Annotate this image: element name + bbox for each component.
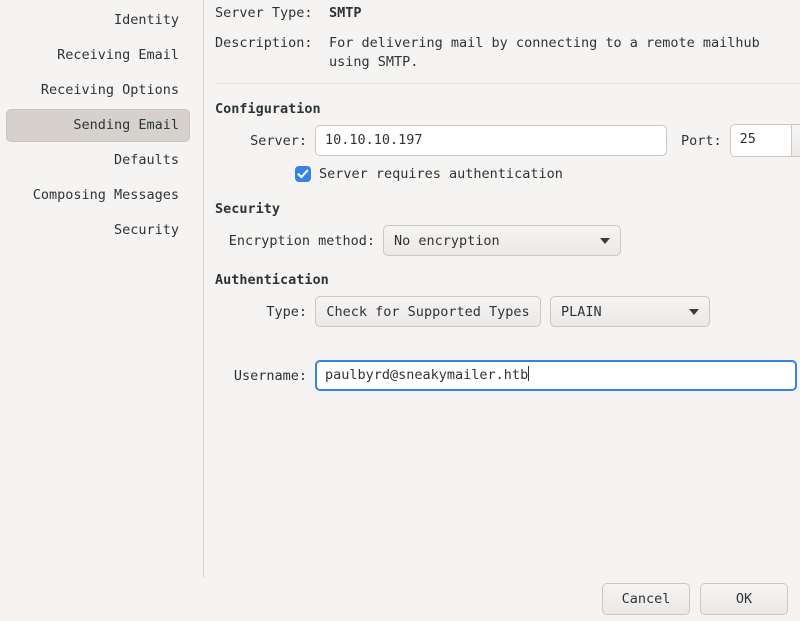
username-label: Username:: [215, 368, 307, 384]
sidebar-item-composing-messages[interactable]: Composing Messages: [6, 179, 190, 212]
cancel-button[interactable]: Cancel: [602, 583, 690, 615]
username-value: paulbyrd@sneakymailer.htb: [325, 367, 528, 383]
sidebar-item-defaults[interactable]: Defaults: [6, 144, 190, 177]
check-supported-types-button[interactable]: Check for Supported Types: [315, 296, 541, 327]
chevron-down-icon: [600, 238, 610, 244]
server-field-row: Server: 10.10.10.197 Port: 25: [215, 124, 800, 157]
encryption-method-label: Encryption method:: [215, 233, 375, 249]
security-heading: Security: [215, 201, 280, 217]
description-label: Description:: [215, 34, 323, 53]
encryption-method-value: No encryption: [394, 233, 590, 249]
server-input[interactable]: 10.10.10.197: [315, 125, 667, 156]
description-row: Description: For delivering mail by conn…: [215, 34, 769, 72]
server-requires-auth-checkbox[interactable]: [295, 166, 311, 182]
preferences-dialog: Identity Receiving Email Receiving Optio…: [0, 0, 800, 621]
description-value: For delivering mail by connecting to a r…: [329, 34, 769, 72]
auth-type-label: Type:: [215, 304, 307, 320]
sidebar-item-identity[interactable]: Identity: [6, 4, 190, 37]
auth-type-row: Type: Check for Supported Types PLAIN: [215, 296, 710, 327]
server-field-label: Server:: [215, 133, 307, 149]
port-field-label: Port:: [681, 133, 722, 149]
username-row: Username: paulbyrd@sneakymailer.htb: [215, 360, 797, 391]
encryption-method-row: Encryption method: No encryption: [215, 225, 621, 256]
dialog-action-bar: Cancel OK: [602, 583, 788, 615]
text-cursor: [528, 366, 529, 381]
sidebar-item-receiving-email[interactable]: Receiving Email: [6, 39, 190, 72]
sidebar: Identity Receiving Email Receiving Optio…: [0, 0, 203, 621]
sidebar-item-sending-email[interactable]: Sending Email: [6, 109, 190, 142]
ok-button[interactable]: OK: [700, 583, 788, 615]
section-divider: [215, 83, 800, 84]
checkmark-icon: [297, 168, 309, 180]
port-input[interactable]: 25: [731, 125, 791, 156]
port-spinbutton[interactable]: 25: [730, 124, 800, 157]
encryption-method-combobox[interactable]: No encryption: [383, 225, 621, 256]
server-type-row: Server Type: SMTP: [215, 4, 362, 23]
auth-method-combobox[interactable]: PLAIN: [550, 296, 710, 327]
port-dropdown-button[interactable]: [791, 125, 800, 156]
configuration-heading: Configuration: [215, 101, 321, 117]
server-requires-auth-label: Server requires authentication: [319, 166, 563, 182]
username-input[interactable]: paulbyrd@sneakymailer.htb: [315, 360, 797, 391]
server-type-value: SMTP: [329, 4, 362, 23]
authentication-heading: Authentication: [215, 272, 329, 288]
auth-method-value: PLAIN: [561, 304, 679, 320]
chevron-down-icon: [689, 309, 699, 315]
sidebar-item-security[interactable]: Security: [6, 214, 190, 247]
sidebar-item-list: Identity Receiving Email Receiving Optio…: [0, 4, 196, 249]
sidebar-item-receiving-options[interactable]: Receiving Options: [6, 74, 190, 107]
server-type-label: Server Type:: [215, 4, 323, 23]
server-requires-auth-row[interactable]: Server requires authentication: [295, 166, 563, 182]
settings-content: Server Type: SMTP Description: For deliv…: [204, 0, 800, 621]
